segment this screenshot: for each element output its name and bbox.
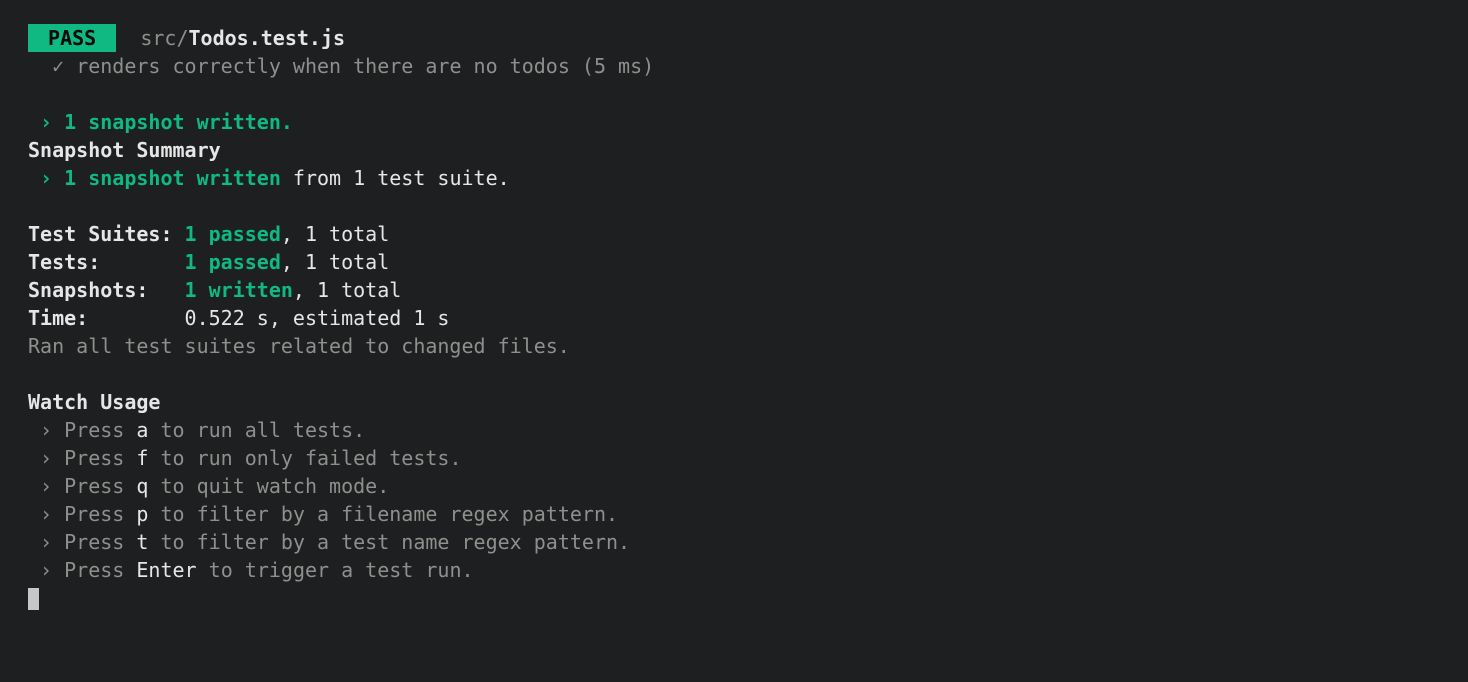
watch-pre: Press <box>64 418 136 442</box>
watch-item: › Press q to quit watch mode. <box>28 472 1440 500</box>
snapshot-summary-heading: Snapshot Summary <box>28 136 1440 164</box>
watch-pre: Press <box>64 530 136 554</box>
arrow-icon: › <box>40 530 52 554</box>
tests-label: Tests: <box>28 250 185 274</box>
cursor-icon <box>28 588 39 610</box>
watch-pre: Press <box>64 446 136 470</box>
arrow-icon: › <box>40 166 52 190</box>
time-line: Time: 0.522 s, estimated 1 s <box>28 304 1440 332</box>
suites-passed: 1 passed <box>185 222 281 246</box>
arrow-icon: › <box>40 446 52 470</box>
ran-note: Ran all test suites related to changed f… <box>28 332 1440 360</box>
watch-pre: Press <box>64 502 136 526</box>
watch-item: › Press f to run only failed tests. <box>28 444 1440 472</box>
blank-line <box>28 360 1440 388</box>
watch-pre: Press <box>64 558 136 582</box>
watch-key: a <box>136 418 148 442</box>
watch-pre: Press <box>64 474 136 498</box>
arrow-icon: › <box>40 502 52 526</box>
snapshot-summary-green: 1 snapshot written <box>64 166 281 190</box>
file-path-dir: src/ <box>140 26 188 50</box>
test-name: renders correctly when there are no todo… <box>76 54 654 78</box>
snapshot-summary-line: › 1 snapshot written from 1 test suite. <box>28 164 1440 192</box>
suites-label: Test Suites: <box>28 222 185 246</box>
watch-item: › Press a to run all tests. <box>28 416 1440 444</box>
tests-passed: 1 passed <box>185 250 281 274</box>
watch-post: to filter by a test name regex pattern. <box>148 530 630 554</box>
pass-badge: PASS <box>28 24 116 52</box>
test-result-line: ✓ renders correctly when there are no to… <box>28 52 1440 80</box>
blank-line <box>28 192 1440 220</box>
time-value: 0.522 s, estimated 1 s <box>88 306 449 330</box>
watch-key: Enter <box>136 558 196 582</box>
suites-total: , 1 total <box>281 222 389 246</box>
watch-post: to run all tests. <box>148 418 365 442</box>
arrow-icon: › <box>40 110 52 134</box>
watch-item: › Press Enter to trigger a test run. <box>28 556 1440 584</box>
terminal-output[interactable]: PASS src/Todos.test.js ✓ renders correct… <box>28 24 1440 612</box>
test-file-line: PASS src/Todos.test.js <box>28 24 1440 52</box>
time-label: Time: <box>28 306 88 330</box>
watch-item: › Press p to filter by a filename regex … <box>28 500 1440 528</box>
check-icon: ✓ <box>52 54 64 78</box>
snapshots-line: Snapshots: 1 written, 1 total <box>28 276 1440 304</box>
prompt-line[interactable] <box>28 584 1440 612</box>
watch-post: to filter by a filename regex pattern. <box>148 502 618 526</box>
arrow-icon: › <box>40 558 52 582</box>
snapshots-written: 1 written <box>185 278 293 302</box>
watch-key: p <box>136 502 148 526</box>
snapshot-summary-rest: from 1 test suite. <box>281 166 510 190</box>
snapshots-total: , 1 total <box>293 278 401 302</box>
watch-post: to quit watch mode. <box>148 474 389 498</box>
tests-line: Tests: 1 passed, 1 total <box>28 248 1440 276</box>
snapshot-written-text: 1 snapshot written. <box>64 110 293 134</box>
watch-post: to run only failed tests. <box>148 446 461 470</box>
arrow-icon: › <box>40 418 52 442</box>
test-suites-line: Test Suites: 1 passed, 1 total <box>28 220 1440 248</box>
watch-usage-heading: Watch Usage <box>28 388 1440 416</box>
watch-key: q <box>136 474 148 498</box>
watch-key: f <box>136 446 148 470</box>
snapshot-written-line: › 1 snapshot written. <box>28 108 1440 136</box>
file-path-name: Todos.test.js <box>189 26 346 50</box>
blank-line <box>28 80 1440 108</box>
watch-post: to trigger a test run. <box>197 558 474 582</box>
snapshots-label: Snapshots: <box>28 278 185 302</box>
tests-total: , 1 total <box>281 250 389 274</box>
watch-item: › Press t to filter by a test name regex… <box>28 528 1440 556</box>
watch-key: t <box>136 530 148 554</box>
arrow-icon: › <box>40 474 52 498</box>
